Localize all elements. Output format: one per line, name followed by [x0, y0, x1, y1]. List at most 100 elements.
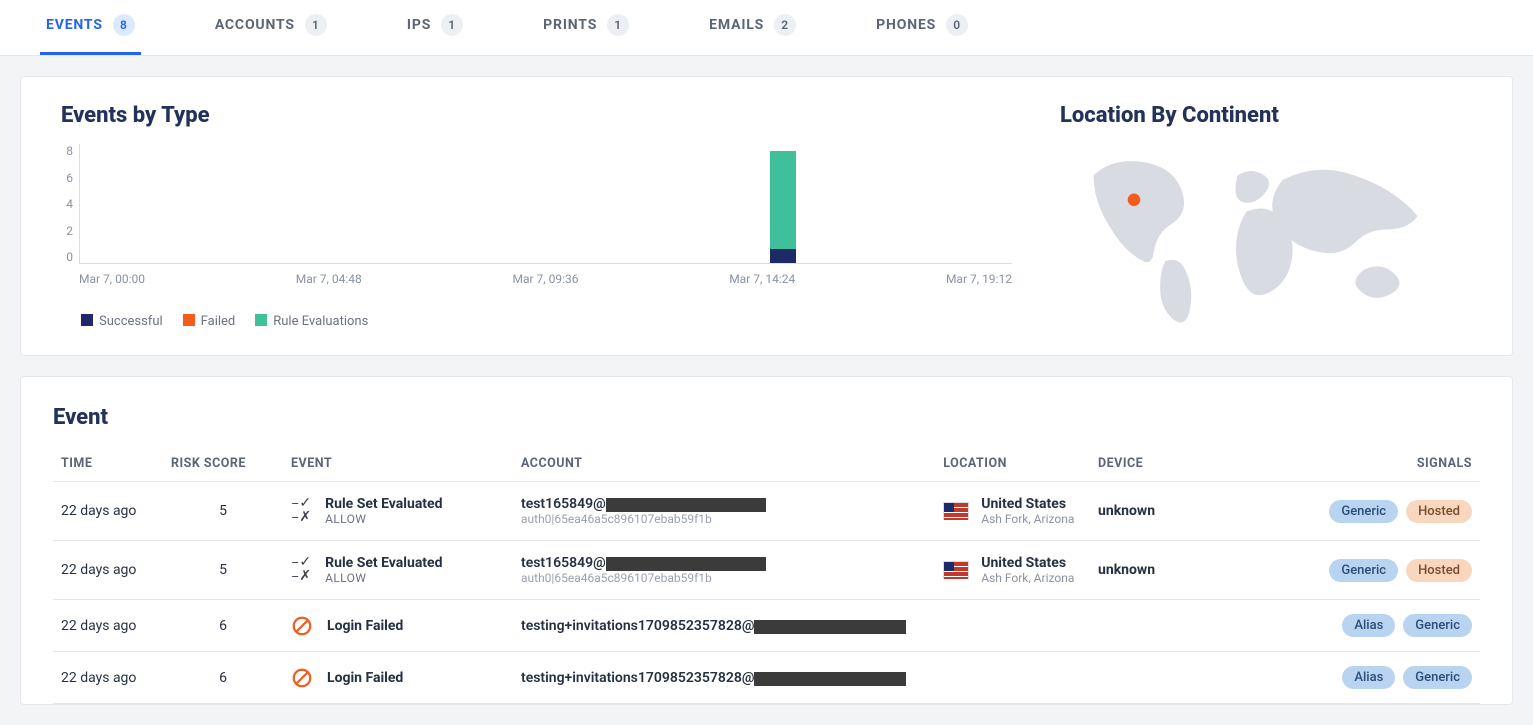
tab-label: EMAILS: [709, 17, 764, 33]
cell-device: unknown: [1090, 541, 1290, 600]
cell-location: [935, 652, 1090, 704]
redacted: [754, 620, 906, 634]
col-location[interactable]: LOCATION: [935, 446, 1090, 482]
cell-device: [1090, 600, 1290, 652]
location-city: Ash Fork, Arizona: [981, 571, 1074, 585]
cell-risk: 6: [163, 652, 283, 704]
cell-signals: GenericHosted: [1290, 482, 1480, 541]
event-title: Login Failed: [327, 618, 403, 634]
table-row[interactable]: 22 days ago6Login Failedtesting+invitati…: [53, 600, 1480, 652]
event-title: Login Failed: [327, 670, 403, 686]
tab-ips[interactable]: IPS 1: [401, 0, 469, 55]
cell-time: 22 days ago: [53, 541, 163, 600]
legend-label: Successful: [99, 314, 163, 329]
cell-account: testing+invitations1709852357828@: [513, 652, 935, 704]
cell-location: [935, 600, 1090, 652]
table-row[interactable]: 22 days ago5–✓–✗Rule Set EvaluatedALLOWt…: [53, 541, 1480, 600]
col-signals[interactable]: SIGNALS: [1290, 446, 1480, 482]
col-risk[interactable]: RISK SCORE: [163, 446, 283, 482]
account-id: auth0|65ea46a5c896107ebab59f1b: [521, 512, 927, 526]
tab-label: PHONES: [876, 17, 936, 33]
tab-count: 1: [607, 14, 629, 36]
chart-x-axis: Mar 7, 00:00Mar 7, 04:48Mar 7, 09:36Mar …: [79, 272, 1012, 286]
y-tick: 2: [66, 224, 73, 238]
event-subtitle: ALLOW: [325, 512, 442, 526]
cell-signals: Alias Generic: [1290, 600, 1480, 652]
account-email: testing+invitations1709852357828@: [521, 670, 927, 686]
account-email-prefix: testing+invitations1709852357828@: [521, 670, 754, 686]
tab-count: 1: [305, 14, 327, 36]
event-table-panel: Event TIME RISK SCORE EVENT ACCOUNT LOCA…: [20, 376, 1513, 705]
tab-count: 0: [946, 14, 968, 36]
chart-title: Events by Type: [61, 103, 1012, 128]
cell-account: testing+invitations1709852357828@: [513, 600, 935, 652]
col-device[interactable]: DEVICE: [1090, 446, 1290, 482]
cell-event: Login Failed: [283, 600, 513, 652]
signal-badge: Generic: [1403, 614, 1472, 637]
tab-label: EVENTS: [46, 17, 103, 33]
x-tick: Mar 7, 19:12: [946, 272, 1012, 286]
legend-item: Successful: [81, 314, 163, 329]
legend-swatch: [255, 314, 267, 326]
cell-event: Login Failed: [283, 652, 513, 704]
account-email: testing+invitations1709852357828@: [521, 618, 927, 634]
tab-count: 1: [441, 14, 463, 36]
tab-phones[interactable]: PHONES 0: [870, 0, 974, 55]
cell-risk: 5: [163, 482, 283, 541]
table-row[interactable]: 22 days ago6Login Failedtesting+invitati…: [53, 652, 1480, 704]
flag-icon: [943, 561, 969, 579]
world-map: [1060, 144, 1460, 324]
cell-location: United StatesAsh Fork, Arizona: [935, 541, 1090, 600]
cell-risk: 6: [163, 600, 283, 652]
signal-badge: Generic: [1403, 666, 1472, 689]
legend-item: Rule Evaluations: [255, 314, 368, 329]
chart-bar-segment: [770, 249, 796, 263]
account-email-prefix: testing+invitations1709852357828@: [521, 618, 754, 634]
account-email: test165849@: [521, 555, 927, 571]
cell-account: test165849@auth0|65ea46a5c896107ebab59f1…: [513, 541, 935, 600]
col-event[interactable]: EVENT: [283, 446, 513, 482]
tab-emails[interactable]: EMAILS 2: [703, 0, 802, 55]
table-header-row: TIME RISK SCORE EVENT ACCOUNT LOCATION D…: [53, 446, 1480, 482]
account-email-prefix: test165849@: [521, 496, 606, 512]
table-row[interactable]: 22 days ago5–✓–✗Rule Set EvaluatedALLOWt…: [53, 482, 1480, 541]
ruleset-icon: –✓–✗: [291, 497, 311, 525]
y-tick: 4: [66, 197, 73, 211]
tab-prints[interactable]: PRINTS 1: [537, 0, 635, 55]
col-time[interactable]: TIME: [53, 446, 163, 482]
x-tick: Mar 7, 04:48: [296, 272, 362, 286]
map-title: Location By Continent: [1060, 103, 1480, 128]
x-tick: Mar 7, 09:36: [512, 272, 578, 286]
signal-badge: Alias: [1342, 614, 1395, 637]
y-tick: 0: [66, 250, 73, 264]
account-id: auth0|65ea46a5c896107ebab59f1b: [521, 571, 927, 585]
deny-icon: [291, 615, 313, 637]
redacted: [606, 557, 766, 571]
y-tick: 6: [66, 171, 73, 185]
tab-label: IPS: [407, 17, 431, 33]
signal-badge: Alias: [1342, 666, 1395, 689]
cell-event: –✓–✗Rule Set EvaluatedALLOW: [283, 541, 513, 600]
account-email-prefix: test165849@: [521, 555, 606, 571]
signal-badge: Generic: [1329, 559, 1398, 582]
cell-risk: 5: [163, 541, 283, 600]
deny-icon: [291, 667, 313, 689]
chart-bar-segment: [770, 151, 796, 249]
summary-panel: Events by Type 86420 Mar 7, 00:00Mar 7, …: [20, 76, 1513, 356]
map-marker: [1128, 194, 1141, 207]
col-account[interactable]: ACCOUNT: [513, 446, 935, 482]
cell-location: United StatesAsh Fork, Arizona: [935, 482, 1090, 541]
tab-accounts[interactable]: ACCOUNTS1: [209, 0, 333, 55]
tab-count: 8: [113, 14, 135, 36]
event-table: TIME RISK SCORE EVENT ACCOUNT LOCATION D…: [53, 446, 1480, 704]
flag-icon: [943, 502, 969, 520]
location-country: United States: [981, 555, 1074, 571]
y-tick: 8: [66, 144, 73, 158]
signal-badge: Generic: [1329, 500, 1398, 523]
tab-events[interactable]: EVENTS 8: [40, 0, 141, 55]
cell-signals: GenericHosted: [1290, 541, 1480, 600]
tab-count: 2: [774, 14, 796, 36]
event-title: Rule Set Evaluated: [325, 496, 442, 512]
tab-label: PRINTS: [543, 17, 597, 33]
legend-swatch: [183, 314, 195, 326]
